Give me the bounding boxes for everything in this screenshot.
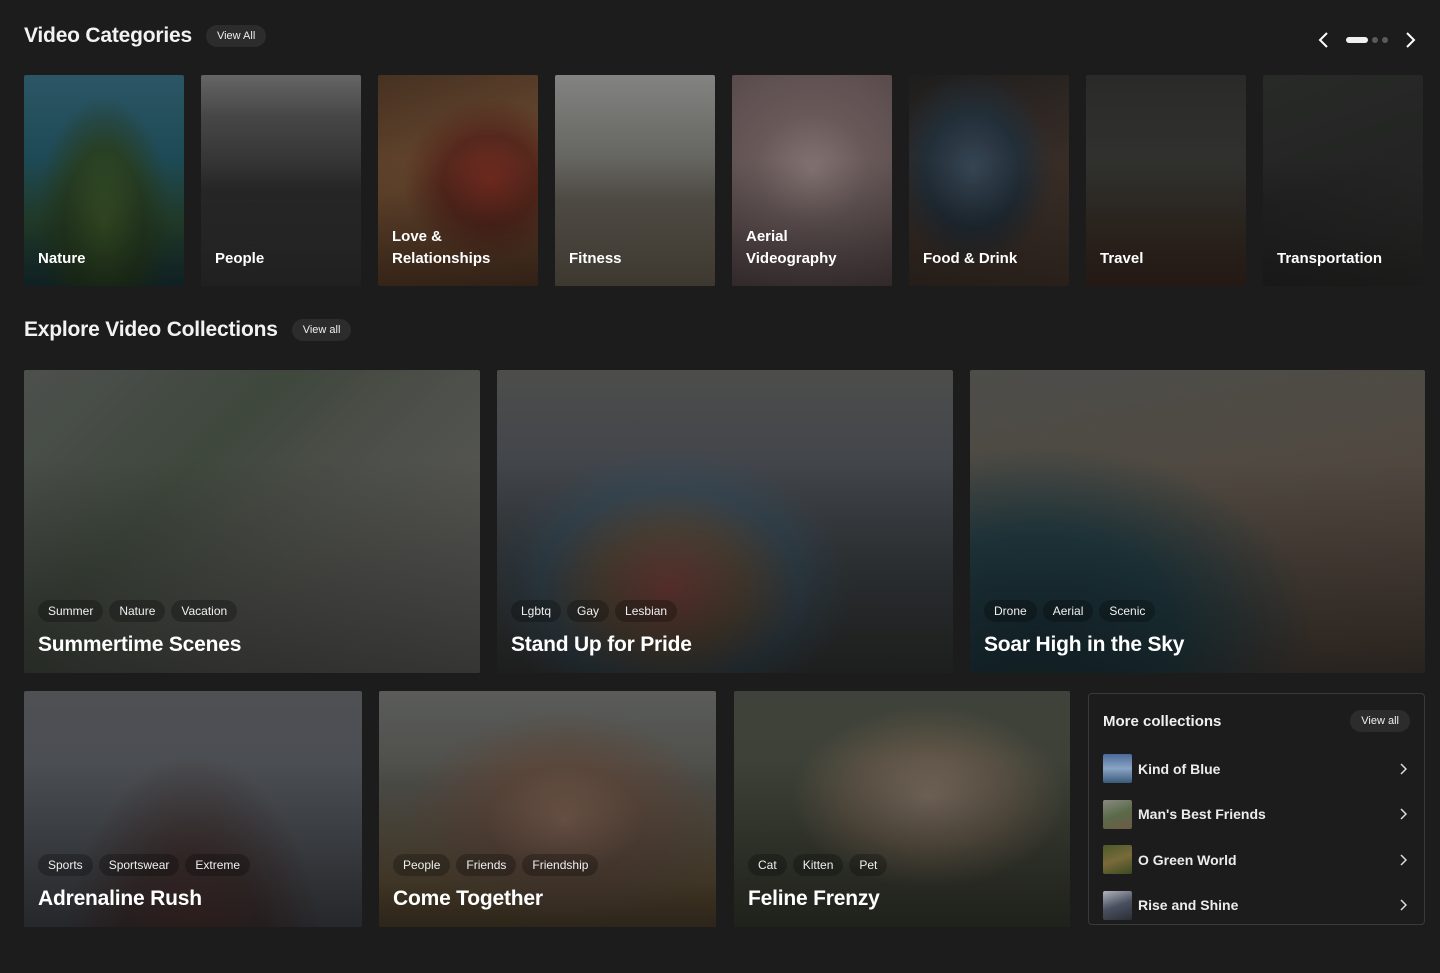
category-card-travel[interactable]: Travel [1086, 75, 1246, 286]
categories-title: Video Categories [24, 24, 192, 47]
carousel-dot[interactable] [1372, 37, 1378, 43]
collection-card-summertime-scenes[interactable]: Summer Nature Vacation Summertime Scenes [24, 370, 480, 673]
tag[interactable]: People [393, 854, 451, 876]
tag[interactable]: Friends [456, 854, 517, 876]
collection-title: Feline Frenzy [748, 887, 880, 910]
tag-list: Sports Sportswear Extreme [38, 854, 251, 876]
tag[interactable]: Sportswear [98, 854, 180, 876]
tag[interactable]: Lesbian [615, 600, 678, 622]
tag[interactable]: Aerial [1042, 600, 1094, 622]
collection-title: Soar High in the Sky [984, 633, 1185, 656]
chevron-right-icon [1406, 32, 1416, 48]
collection-card-feline-frenzy[interactable]: Cat Kitten Pet Feline Frenzy [734, 691, 1070, 927]
tag[interactable]: Extreme [185, 854, 251, 876]
tag[interactable]: Friendship [522, 854, 599, 876]
categories-header: Video Categories View All [24, 24, 267, 48]
carousel-pager [1314, 28, 1420, 52]
chevron-right-icon [1396, 898, 1410, 912]
category-label: People [215, 250, 265, 267]
chevron-right-icon [1396, 853, 1410, 867]
tag[interactable]: Sports [38, 854, 93, 876]
tag-list: Lgbtq Gay Lesbian [511, 600, 678, 622]
tag[interactable]: Pet [849, 854, 888, 876]
tag-list: People Friends Friendship [393, 854, 599, 876]
category-label: Travel [1100, 250, 1144, 267]
collection-card-stand-up-for-pride[interactable]: Lgbtq Gay Lesbian Stand Up for Pride [497, 370, 953, 673]
category-card-people[interactable]: People [201, 75, 361, 286]
tag-list: Cat Kitten Pet [748, 854, 888, 876]
more-collection-label: Man's Best Friends [1138, 806, 1266, 823]
category-card-aerial-videography[interactable]: Aerial Videography [732, 75, 892, 286]
collection-card-soar-high-in-the-sky[interactable]: Drone Aerial Scenic Soar High in the Sky [970, 370, 1425, 673]
carousel-dot[interactable] [1346, 37, 1368, 43]
tag-list: Drone Aerial Scenic [984, 600, 1156, 622]
category-card-food-drink[interactable]: Food & Drink [909, 75, 1069, 286]
collection-title: Come Together [393, 887, 543, 910]
tag[interactable]: Vacation [171, 600, 238, 622]
more-collection-item[interactable]: O Green World [1103, 837, 1410, 883]
more-collections-view-all-button[interactable]: View all [1350, 710, 1410, 732]
collection-title: Summertime Scenes [38, 633, 242, 656]
collection-title: Stand Up for Pride [511, 633, 692, 656]
collections-title: Explore Video Collections [24, 318, 278, 341]
tag[interactable]: Gay [567, 600, 610, 622]
category-label: Transportation [1277, 250, 1383, 267]
carousel-dots [1346, 37, 1388, 43]
category-card-love-relationships[interactable]: Love & Relationships [378, 75, 538, 286]
category-label: Love & Relationships [392, 228, 491, 267]
more-collection-label: Kind of Blue [1138, 760, 1221, 777]
category-label: Fitness [569, 250, 622, 267]
tag[interactable]: Nature [109, 600, 166, 622]
more-collections-panel: More collections View all Kind of Blue M… [1088, 693, 1425, 925]
collection-card-adrenaline-rush[interactable]: Sports Sportswear Extreme Adrenaline Rus… [24, 691, 362, 927]
more-collection-label: Rise and Shine [1138, 897, 1239, 914]
more-collection-label: O Green World [1138, 851, 1237, 868]
categories-carousel: Nature People Love & Relationships Fitne… [24, 75, 1423, 286]
chevron-left-icon [1318, 32, 1328, 48]
category-card-transportation[interactable]: Transportation [1263, 75, 1423, 286]
collection-thumbnail [1103, 754, 1132, 784]
category-label: Food & Drink [923, 250, 1018, 267]
collection-card-come-together[interactable]: People Friends Friendship Come Together [379, 691, 716, 927]
chevron-right-icon [1396, 807, 1410, 821]
more-collection-item[interactable]: Kind of Blue [1103, 746, 1410, 792]
category-label: Nature [38, 250, 86, 267]
more-collection-item[interactable]: Man's Best Friends [1103, 792, 1410, 838]
more-collections-title: More collections [1103, 712, 1222, 730]
tag[interactable]: Cat [748, 854, 787, 876]
more-collections-list: Kind of Blue Man's Best Friends O Green … [1103, 746, 1410, 928]
tag[interactable]: Scenic [1099, 600, 1156, 622]
tag[interactable]: Lgbtq [511, 600, 562, 622]
category-label: Aerial Videography [746, 228, 837, 267]
collection-thumbnail [1103, 890, 1132, 920]
categories-view-all-button[interactable]: View All [205, 25, 267, 47]
collection-thumbnail [1103, 799, 1132, 829]
tag[interactable]: Drone [984, 600, 1037, 622]
carousel-dot[interactable] [1382, 37, 1388, 43]
tag[interactable]: Summer [38, 600, 104, 622]
chevron-right-icon [1396, 762, 1410, 776]
tag[interactable]: Kitten [792, 854, 844, 876]
collections-header: Explore Video Collections View all [24, 318, 352, 342]
tag-list: Summer Nature Vacation [38, 600, 238, 622]
more-collection-item[interactable]: Rise and Shine [1103, 883, 1410, 929]
carousel-next-button[interactable] [1400, 28, 1420, 52]
category-card-fitness[interactable]: Fitness [555, 75, 715, 286]
category-card-nature[interactable]: Nature [24, 75, 184, 286]
collection-title: Adrenaline Rush [38, 887, 202, 910]
collections-view-all-button[interactable]: View all [291, 319, 352, 341]
collection-thumbnail [1103, 845, 1132, 875]
carousel-prev-button[interactable] [1314, 28, 1334, 52]
